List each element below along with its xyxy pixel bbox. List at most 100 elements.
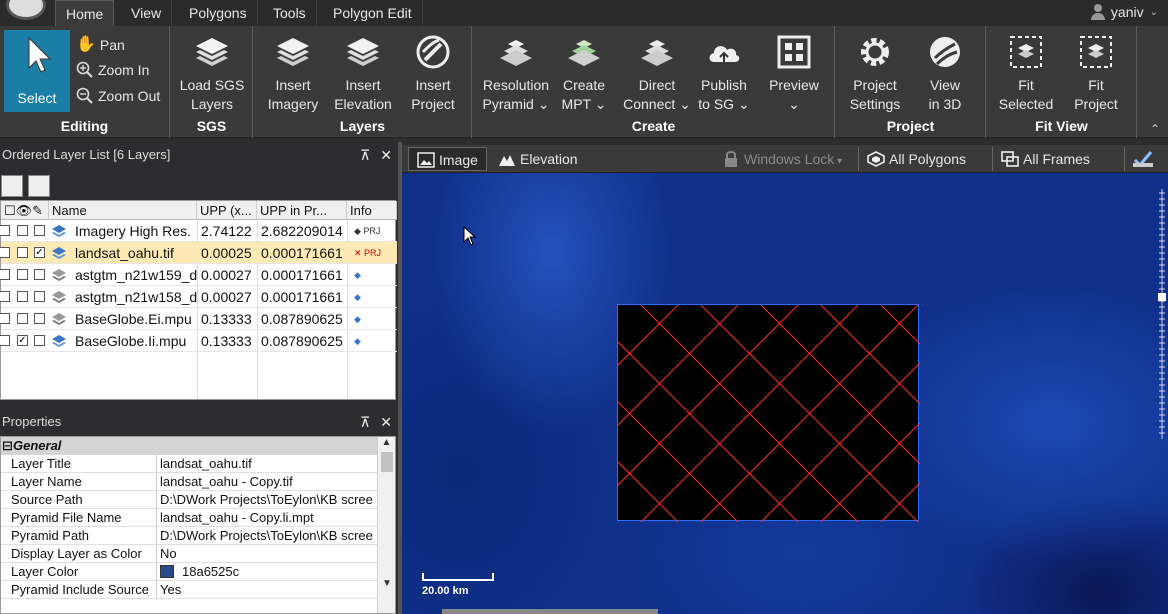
scroll-thumb[interactable] — [380, 452, 393, 472]
insert-elevation-button[interactable]: Insert Elevation — [330, 32, 396, 114]
close-icon[interactable]: ✕ — [380, 142, 392, 168]
chevron-down-icon: ⌄ — [734, 96, 750, 112]
fit-project-button[interactable]: Fit Project — [1063, 32, 1129, 114]
row-select-checkbox[interactable] — [0, 269, 10, 280]
windows-lock-button[interactable]: Windows Lock ▾ — [714, 147, 850, 171]
property-group-general[interactable]: ⊟ General — [1, 437, 379, 455]
pan-button[interactable]: ✋ Pan — [76, 34, 125, 56]
list-view-icon[interactable] — [28, 175, 50, 197]
header-name[interactable]: Name — [49, 201, 197, 220]
map-canvas[interactable]: 20.00 km — [400, 173, 1168, 614]
close-icon[interactable]: ✕ — [380, 408, 392, 436]
zoom-out-button[interactable]: Zoom Out — [76, 85, 160, 107]
table-row[interactable]: BaseGlobe.Ei.mpu 0.13333 0.087890625 ◆ — [0, 308, 397, 330]
mpt-icon — [568, 40, 600, 66]
load-sgs-layers-button[interactable]: Load SGS Layers — [179, 32, 245, 114]
edit-checkbox[interactable] — [34, 313, 45, 324]
zoom-slider[interactable] — [1142, 189, 1168, 439]
publish-label-2: to SG — [698, 96, 735, 112]
tab-view[interactable]: View — [121, 0, 173, 26]
cursor-icon — [28, 36, 52, 73]
layer-upp: 0.13333 — [201, 333, 252, 349]
fit-selected-button[interactable]: Fit Selected — [993, 32, 1059, 114]
pin-icon[interactable]: ⊼ — [360, 142, 370, 168]
frames-icon — [1001, 151, 1019, 167]
row-select-checkbox[interactable] — [0, 291, 10, 302]
row-select-checkbox[interactable] — [0, 313, 10, 324]
property-row[interactable]: Pyramid Path D:\DWork Projects\ToEylon\KB… — [1, 527, 379, 545]
row-select-checkbox[interactable] — [0, 247, 10, 258]
layer-color-swatch[interactable] — [160, 565, 174, 578]
insert-imagery-button[interactable]: Insert Imagery — [260, 32, 326, 114]
edit-checkbox[interactable] — [34, 225, 45, 236]
select-button[interactable]: Select — [4, 30, 70, 112]
property-row[interactable]: Layer Title landsat_oahu.tif — [1, 455, 379, 473]
ribbon-tab-bar: Home View Polygons Tools Polygon Edit ya… — [0, 0, 1168, 26]
all-frames-label: All Frames — [1023, 151, 1090, 167]
image-view-button[interactable]: Image — [408, 147, 487, 171]
all-frames-button[interactable]: All Frames — [992, 147, 1098, 171]
table-row[interactable]: astgtm_n21w159_d 0.00027 0.000171661 ◆ — [0, 264, 397, 286]
edit-checkbox[interactable] — [34, 269, 45, 280]
app-logo-icon[interactable] — [6, 0, 46, 20]
elevation-view-button[interactable]: Elevation — [490, 147, 586, 171]
property-row[interactable]: Layer Color 18a6525c — [1, 563, 379, 581]
visibility-checkbox[interactable] — [17, 291, 28, 302]
preview-button[interactable]: Preview ⌄ — [761, 32, 827, 114]
preview-grid-icon — [777, 35, 811, 69]
visibility-checkbox[interactable] — [17, 269, 28, 280]
ribbon-collapse-icon[interactable]: ⌃ — [1150, 122, 1160, 136]
header-upp[interactable]: UPP (x... — [197, 201, 257, 220]
create-mpt-button[interactable]: Create MPT ⌄ — [551, 32, 617, 114]
project-settings-button[interactable]: Project Settings — [842, 32, 908, 114]
row-select-checkbox[interactable] — [0, 225, 10, 236]
scroll-up-icon[interactable]: ▲ — [378, 437, 395, 448]
property-row[interactable]: Display Layer as Color No — [1, 545, 379, 563]
table-row[interactable]: astgtm_n21w158_d 0.00027 0.000171661 ◆ — [0, 286, 397, 308]
pin-icon[interactable]: ⊼ — [360, 408, 370, 436]
fit-project-icon — [1080, 36, 1112, 68]
edit-checkbox[interactable] — [34, 291, 45, 302]
property-row[interactable]: Source Path D:\DWork Projects\ToEylon\KB … — [1, 491, 379, 509]
layer-footprint[interactable] — [400, 304, 1168, 523]
table-row[interactable]: ✓ landsat_oahu.tif 0.00025 0.000171661 ✕… — [0, 242, 397, 264]
table-row[interactable]: Imagery High Res. 2.74122 2.682209014 ◆ … — [0, 220, 397, 242]
visibility-checkbox[interactable]: ✓ — [17, 335, 28, 346]
visibility-checkbox[interactable] — [17, 313, 28, 324]
tree-view-icon[interactable] — [1, 175, 23, 197]
view-in-3d-button[interactable]: View in 3D — [912, 32, 978, 114]
map-horizontal-scrollbar[interactable] — [442, 609, 658, 614]
tab-tools[interactable]: Tools — [263, 0, 317, 26]
property-row[interactable]: Pyramid Include Source Yes — [1, 581, 379, 599]
properties-scrollbar[interactable]: ▲ ▼ — [377, 437, 395, 613]
edit-checkbox[interactable] — [34, 335, 45, 346]
row-select-checkbox[interactable] — [0, 335, 10, 346]
all-polygons-button[interactable]: All Polygons — [858, 147, 974, 171]
visibility-checkbox[interactable] — [17, 247, 28, 258]
property-row[interactable]: Layer Name landsat_oahu - Copy.tif — [1, 473, 379, 491]
map-settings-button[interactable] — [1124, 147, 1160, 171]
layer-upp-project: 2.682209014 — [261, 223, 343, 239]
insert-project-button[interactable]: Insert Project — [400, 32, 466, 114]
scroll-down-icon[interactable]: ▼ — [378, 578, 395, 589]
property-value-color: 18a6525c — [160, 563, 378, 581]
user-menu[interactable]: yaniv ⌄ — [1090, 4, 1158, 20]
layer-name: BaseGlobe.Ei.mpu — [75, 311, 192, 327]
group-layers: Insert Imagery Insert Elevation Insert P… — [254, 26, 472, 138]
edit-checkbox[interactable]: ✓ — [34, 247, 45, 258]
group-sgs: Load SGS Layers SGS — [171, 26, 253, 138]
resolution-pyramid-button[interactable]: Resolution Pyramid ⌄ — [481, 32, 551, 114]
property-row[interactable]: Pyramid File Name landsat_oahu - Copy.li.… — [1, 509, 379, 527]
direct-connect-button[interactable]: Direct Connect ⌄ — [621, 32, 693, 114]
tab-home[interactable]: Home — [55, 0, 115, 26]
tab-polygons[interactable]: Polygons — [179, 0, 258, 26]
header-upp-in-project[interactable]: UPP in Pr... — [257, 201, 347, 220]
visibility-checkbox[interactable] — [17, 225, 28, 236]
zoom-slider-thumb[interactable] — [1158, 293, 1166, 301]
header-info[interactable]: Info — [347, 201, 397, 220]
table-row[interactable]: ✓ BaseGlobe.Ii.mpu 0.13333 0.087890625 ◆ — [0, 330, 397, 352]
layer-upp-project: 0.087890625 — [261, 333, 343, 349]
tab-polygon-edit[interactable]: Polygon Edit — [323, 0, 423, 26]
zoom-in-button[interactable]: Zoom In — [76, 59, 149, 81]
publish-to-sg-button[interactable]: Publish to SG ⌄ — [691, 32, 757, 114]
